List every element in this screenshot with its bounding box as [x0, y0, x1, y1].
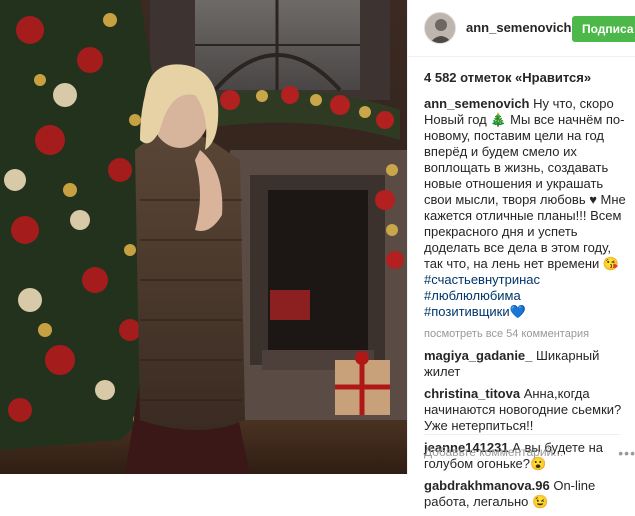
- add-comment-input[interactable]: [424, 445, 594, 459]
- view-all-comments-link[interactable]: посмотреть все 54 комментария: [424, 326, 630, 342]
- caption-username-link[interactable]: ann_semenovich: [424, 96, 530, 111]
- post-photo[interactable]: [0, 0, 407, 474]
- likes-count[interactable]: 4 582 отметок «Нравится»: [424, 70, 591, 85]
- comment-username-link[interactable]: christina_titova: [424, 386, 520, 401]
- post-header: ann_semenovich Подписа: [408, 0, 635, 57]
- more-options-icon[interactable]: •••: [618, 445, 635, 461]
- instagram-post: ann_semenovich Подписа 4 582 отметок «Нр…: [0, 0, 635, 509]
- post-caption: ann_semenovich Ну что, скоро Новый год 🎄…: [424, 96, 630, 320]
- avatar-image: [425, 13, 455, 43]
- heart-emoji: ♥: [589, 192, 597, 207]
- follow-button[interactable]: Подписа: [572, 16, 635, 42]
- comment-item: gabdrakhmanova.96 On-line работа, легаль…: [424, 478, 630, 510]
- hashtag-link[interactable]: #люблюлюбима: [424, 288, 521, 303]
- add-comment-bar: •••: [424, 434, 635, 467]
- comment-item: magiya_gadanie_ Шикарный жилет: [424, 348, 630, 380]
- caption-text-part-1: Ну что, скоро Новый год 🎄 Мы все начнём …: [424, 96, 625, 207]
- photo-image: [0, 0, 407, 474]
- post-details-panel: ann_semenovich Подписа 4 582 отметок «Нр…: [407, 0, 635, 509]
- user-avatar[interactable]: [424, 12, 456, 44]
- hashtag-link[interactable]: #позитивщики: [424, 304, 510, 319]
- blue-heart-emoji: 💙: [509, 304, 526, 319]
- comment-username-link[interactable]: gabdrakhmanova.96: [424, 478, 550, 493]
- header-username-link[interactable]: ann_semenovich: [466, 20, 572, 35]
- comment-item: christina_titova Анна,когда начинаются н…: [424, 386, 630, 434]
- hashtag-link[interactable]: #счастьевнутринас: [424, 272, 540, 287]
- comment-username-link[interactable]: magiya_gadanie_: [424, 348, 532, 363]
